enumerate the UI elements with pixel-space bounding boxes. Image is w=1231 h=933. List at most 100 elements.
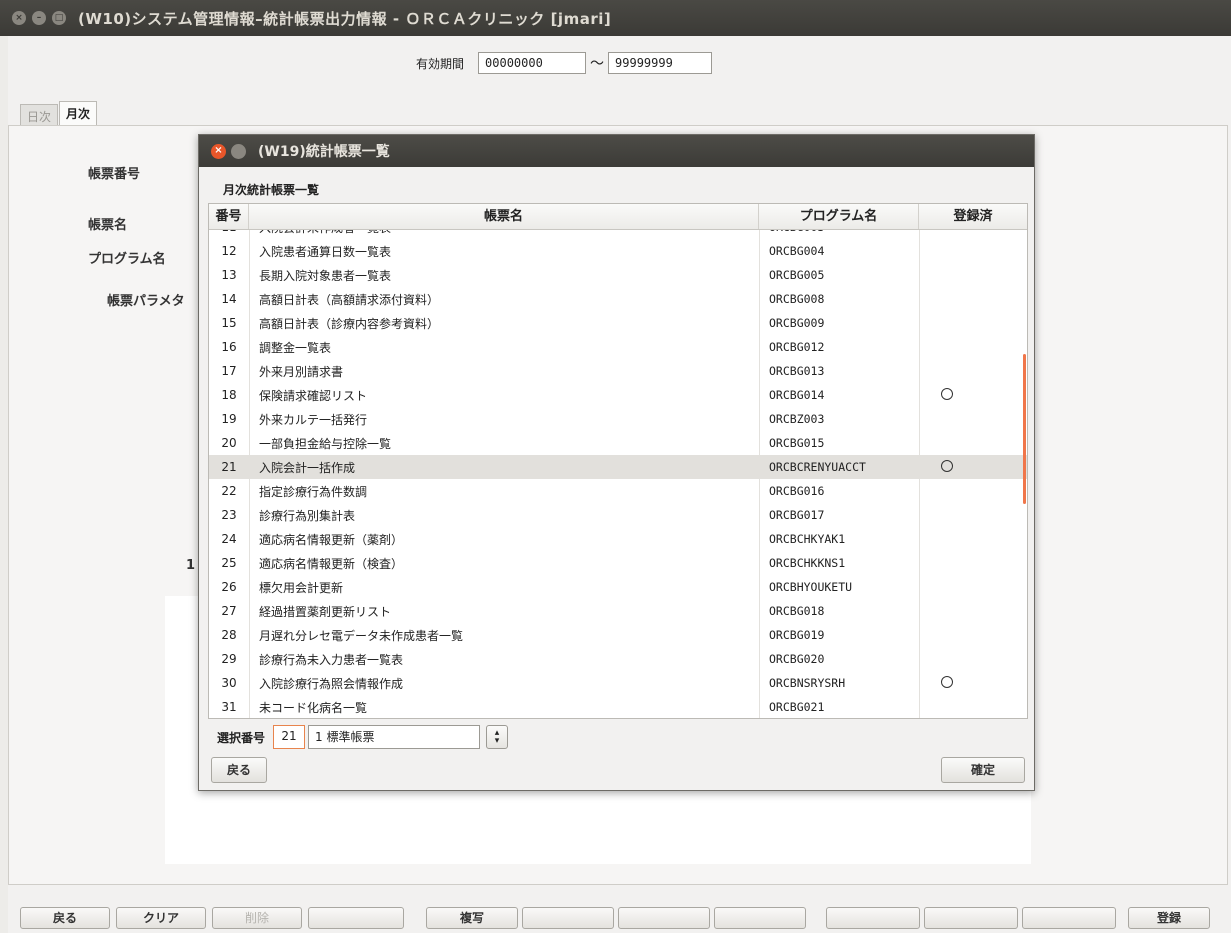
row-program-name: ORCBG012 [769, 340, 825, 354]
back-button[interactable]: 戻る [20, 907, 110, 929]
table-row[interactable]: 28 月遅れ分レセ電データ未作成患者一覧 ORCBG019 [209, 623, 1027, 647]
row-form-name: 高額日計表（診療内容参考資料） [259, 316, 440, 331]
function-button-7[interactable] [618, 907, 710, 929]
dialog-back-button[interactable]: 戻る [211, 757, 267, 783]
dialog-minimize-icon[interactable] [231, 143, 246, 159]
clear-button[interactable]: クリア [116, 907, 206, 929]
row-program-name: ORCBG015 [769, 436, 825, 450]
dialog-confirm-button[interactable]: 確定 [941, 757, 1025, 783]
minimize-window-icon[interactable]: – [32, 11, 46, 25]
table-body: 11入院会計未作成者一覧表ORCBG00312入院患者通算日数一覧表ORCBG0… [209, 215, 1027, 718]
row-form-name: 保険請求確認リスト [259, 388, 368, 403]
col-header-name[interactable]: 帳票名 [249, 204, 759, 229]
spinner-icon[interactable]: ▴ ▾ [486, 725, 509, 749]
row-number: 29 [221, 652, 237, 666]
row-form-name: 診療行為別集計表 [259, 508, 356, 523]
table-row[interactable]: 30 入院診療行為照会情報作成 ORCBNSRYSRH [209, 671, 1027, 695]
validity-period: 有効期間 00000000 〜 99999999 [416, 52, 713, 74]
form-list-table: 番号 帳票名 プログラム名 登録済 11入院会計未作成者一覧表ORCBG0031… [208, 203, 1028, 719]
table-row[interactable]: 26 標欠用会計更新 ORCBHYOUKETU [209, 575, 1027, 599]
row-number: 31 [221, 700, 237, 714]
registered-circle-icon [941, 459, 953, 472]
row-program-name: ORCBNSRYSRH [769, 676, 846, 690]
row-program-name: ORCBG014 [769, 388, 825, 402]
table-row[interactable]: 29 診療行為未入力患者一覧表 ORCBG020 [209, 647, 1027, 671]
table-row[interactable]: 16 調整金一覧表 ORCBG012 [209, 335, 1027, 359]
row-form-name: 外来月別請求書 [259, 364, 344, 379]
delete-button[interactable]: 削除 [212, 907, 302, 929]
program-name-label: プログラム名 [88, 252, 166, 267]
table-row[interactable]: 23 診療行為別集計表 ORCBG017 [209, 503, 1027, 527]
table-row[interactable]: 31 未コード化病名一覧 ORCBG021 [209, 695, 1027, 718]
row-program-name: ORCBHYOUKETU [769, 580, 853, 594]
table-row[interactable]: 21 入院会計一括作成 ORCBCRENYUACCT [209, 455, 1027, 479]
row-number: 22 [221, 484, 237, 498]
table-row[interactable]: 24 適応病名情報更新（薬剤） ORCBCHKYAK1 [209, 527, 1027, 551]
row-form-name: 診療行為未入力患者一覧表 [259, 652, 404, 667]
registered-circle-icon [941, 675, 953, 688]
function-button-10[interactable] [924, 907, 1018, 929]
validity-tilde: 〜 [590, 56, 605, 72]
row-form-name: 高額日計表（高額請求添付資料） [259, 292, 440, 307]
table-row[interactable]: 22 指定診療行為件数調 ORCBG016 [209, 479, 1027, 503]
table-row[interactable]: 18 保険請求確認リスト ORCBG014 [209, 383, 1027, 407]
selection-row: 選択番号 21 1 標準帳票 ▴ ▾ [217, 725, 509, 749]
table-row[interactable]: 19 外来カルテ一括発行 ORCBZ003 [209, 407, 1027, 431]
row-form-name: 外来カルテ一括発行 [259, 412, 368, 427]
table-row[interactable]: 13 長期入院対象患者一覧表 ORCBG005 [209, 263, 1027, 287]
table-row[interactable]: 12 入院患者通算日数一覧表 ORCBG004 [209, 239, 1027, 263]
validity-label: 有効期間 [416, 56, 465, 71]
row-number: 27 [221, 604, 237, 618]
row-number: 15 [221, 316, 237, 330]
col-header-no[interactable]: 番号 [209, 204, 249, 229]
row-number: 25 [221, 556, 237, 570]
window-title: (W10)システム管理情報–統計帳票出力情報 - ＯＲＣＡクリニック [jmar… [78, 9, 612, 28]
row-form-name: 標欠用会計更新 [259, 580, 344, 595]
table-row[interactable]: 25 適応病名情報更新（検査） ORCBCHKKNS1 [209, 551, 1027, 575]
table-row[interactable]: 15 高額日計表（診療内容参考資料） ORCBG009 [209, 311, 1027, 335]
row-number: 21 [221, 460, 237, 474]
function-button-8[interactable] [714, 907, 806, 929]
validity-from-input[interactable]: 00000000 [478, 52, 587, 74]
copy-button[interactable]: 複写 [426, 907, 518, 929]
table-row[interactable]: 17 外来月別請求書 ORCBG013 [209, 359, 1027, 383]
table-row[interactable]: 27 経過措置薬剤更新リスト ORCBG018 [209, 599, 1027, 623]
selection-label: 選択番号 [217, 730, 266, 745]
row-form-name: 経過措置薬剤更新リスト [259, 604, 392, 619]
maximize-window-icon[interactable]: □ [52, 11, 66, 25]
row-registered [919, 459, 1027, 475]
col-header-registered[interactable]: 登録済 [919, 204, 1027, 229]
row-number: 17 [221, 364, 237, 378]
tab-bar: 日次 月次 [20, 101, 98, 126]
table-row[interactable]: 14 高額日計表（高額請求添付資料） ORCBG008 [209, 287, 1027, 311]
form-no-label: 帳票番号 [88, 167, 141, 182]
row-number: 14 [221, 292, 237, 306]
row-form-name: 入院会計一括作成 [259, 460, 356, 475]
row-program-name: ORCBG017 [769, 508, 825, 522]
validity-to-input[interactable]: 99999999 [608, 52, 713, 74]
function-button-11[interactable] [1022, 907, 1116, 929]
row-program-name: ORCBG009 [769, 316, 825, 330]
tab-daily[interactable]: 日次 [20, 104, 59, 126]
function-button-4[interactable] [308, 907, 404, 929]
row-form-name: 調整金一覧表 [259, 340, 332, 355]
tab-monthly[interactable]: 月次 [59, 101, 98, 126]
table-row[interactable]: 20 一部負担金給与控除一覧 ORCBG015 [209, 431, 1027, 455]
dialog-close-icon[interactable]: × [211, 143, 226, 159]
row-registered [919, 387, 1027, 403]
form-name-label: 帳票名 [88, 218, 128, 233]
row-program-name: ORCBG018 [769, 604, 825, 618]
row-program-name: ORCBG004 [769, 244, 825, 258]
selection-number-input[interactable]: 21 [273, 725, 306, 749]
function-button-9[interactable] [826, 907, 920, 929]
row-number: 30 [221, 676, 237, 690]
row-number: 19 [221, 412, 237, 426]
form-type-combo[interactable]: 1 標準帳票 [308, 725, 481, 749]
table-scrollbar[interactable] [1023, 354, 1026, 504]
table-header: 番号 帳票名 プログラム名 登録済 [209, 204, 1027, 230]
row-program-name: ORCBCHKKNS1 [769, 556, 846, 570]
col-header-program[interactable]: プログラム名 [759, 204, 919, 229]
function-button-6[interactable] [522, 907, 614, 929]
close-window-icon[interactable]: × [12, 11, 26, 25]
register-button[interactable]: 登録 [1128, 907, 1210, 929]
